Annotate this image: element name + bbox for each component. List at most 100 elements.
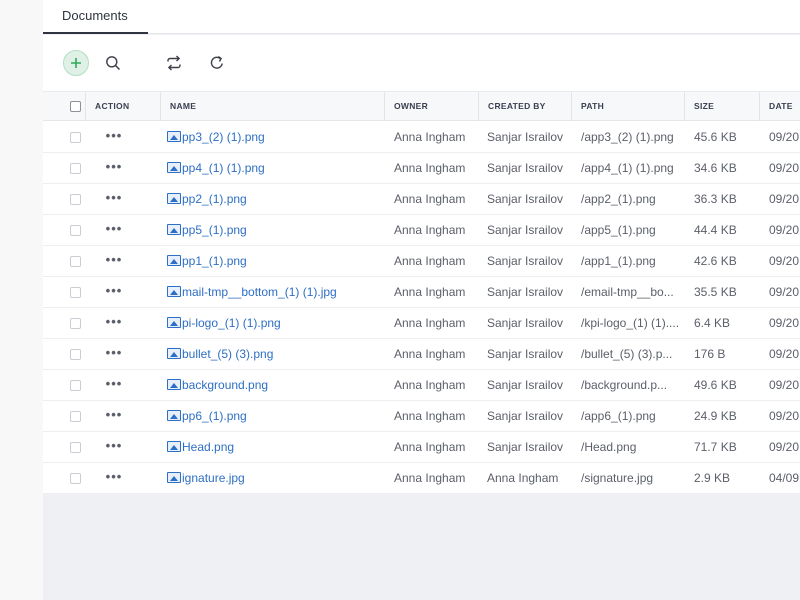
table-row[interactable]: ••• mail-tmp__bottom_(1) (1).jpg Anna Ingh… (43, 277, 800, 308)
table-row[interactable]: ••• background.png Anna Ingham Sanjar Israi… (43, 370, 800, 401)
size-cell: 71.7 KB (694, 440, 737, 454)
file-name-link[interactable]: pp6_(1).png (167, 401, 382, 431)
owner-cell: Anna Ingham (394, 316, 466, 330)
table-row[interactable]: ••• Head.png Anna Ingham Sanjar Israilov/He… (43, 432, 800, 463)
sync-icon (167, 55, 181, 71)
table-row[interactable]: ••• pp6_(1).png Anna Ingham Sanjar Israilov… (43, 401, 800, 432)
header-name[interactable]: NAME (161, 92, 385, 121)
owner-cell: Anna Ingham (394, 409, 466, 423)
path-cell: /app1_(1).png (581, 254, 656, 268)
image-file-icon (167, 286, 181, 297)
add-button[interactable] (63, 50, 89, 76)
tab-documents[interactable]: Documents (43, 0, 148, 34)
file-name-link[interactable]: background.png (167, 370, 382, 400)
size-cell: 24.9 KB (694, 409, 737, 423)
select-all-checkbox[interactable] (70, 101, 81, 112)
date-cell: 09/20 (769, 378, 800, 392)
file-name-link[interactable]: pp1_(1).png (167, 246, 382, 276)
file-name: pp4_(1) (1).png (182, 161, 265, 175)
sync-button[interactable] (161, 50, 187, 76)
header-owner[interactable]: OWNER (385, 92, 479, 121)
file-name: mail-tmp__bottom_(1) (1).jpg (182, 285, 337, 299)
created-by-cell: Sanjar Israilov (487, 192, 564, 206)
left-margin (0, 0, 43, 600)
created-by-cell: Sanjar Israilov (487, 378, 564, 392)
row-checkbox[interactable] (70, 256, 81, 267)
date-cell: 09/20 (769, 440, 800, 454)
row-checkbox[interactable] (70, 194, 81, 205)
image-file-icon (167, 317, 181, 328)
table-row[interactable]: ••• pi-logo_(1) (1).png Anna Ingham Sanjar … (43, 308, 800, 339)
owner-cell: Anna Ingham (394, 285, 466, 299)
table-row[interactable]: ••• pp3_(2) (1).png Anna Ingham Sanjar Isra… (43, 122, 800, 153)
path-cell: /app2_(1).png (581, 192, 656, 206)
image-file-icon (167, 193, 181, 204)
size-cell: 35.5 KB (694, 285, 737, 299)
row-actions-menu[interactable]: ••• (103, 308, 125, 338)
file-name-link[interactable]: pp2_(1).png (167, 184, 382, 214)
image-file-icon (167, 472, 181, 483)
header-path[interactable]: PATH (572, 92, 685, 121)
row-actions-menu[interactable]: ••• (103, 339, 125, 369)
file-name-link[interactable]: mail-tmp__bottom_(1) (1).jpg (167, 277, 382, 307)
date-cell: 09/20 (769, 130, 800, 144)
size-cell: 2.9 KB (694, 471, 731, 485)
row-checkbox[interactable] (70, 132, 81, 143)
file-name-link[interactable]: Head.png (167, 432, 382, 462)
created-by-cell: Sanjar Israilov (487, 161, 564, 175)
row-checkbox[interactable] (70, 287, 81, 298)
header-action[interactable]: ACTION (86, 92, 161, 121)
row-checkbox[interactable] (70, 380, 81, 391)
row-actions-menu[interactable]: ••• (103, 122, 125, 152)
row-actions-menu[interactable]: ••• (103, 277, 125, 307)
row-checkbox[interactable] (70, 163, 81, 174)
image-file-icon (167, 224, 181, 235)
row-actions-menu[interactable]: ••• (103, 370, 125, 400)
file-name-link[interactable]: pp3_(2) (1).png (167, 122, 382, 152)
row-actions-menu[interactable]: ••• (103, 432, 125, 462)
row-checkbox[interactable] (70, 318, 81, 329)
image-file-icon (167, 131, 181, 142)
row-checkbox[interactable] (70, 473, 81, 484)
row-actions-menu[interactable]: ••• (103, 463, 125, 493)
date-cell: 04/09 (769, 471, 800, 485)
table-row[interactable]: ••• pp4_(1) (1).png Anna Ingham Sanjar Isra… (43, 153, 800, 184)
row-checkbox[interactable] (70, 411, 81, 422)
row-checkbox[interactable] (70, 225, 81, 236)
size-cell: 176 B (694, 347, 726, 361)
plus-icon (71, 58, 81, 68)
row-actions-menu[interactable]: ••• (103, 153, 125, 183)
date-cell: 09/20 (769, 192, 800, 206)
row-actions-menu[interactable]: ••• (103, 215, 125, 245)
table-row[interactable]: ••• pp5_(1).png Anna Ingham Sanjar Israilov… (43, 215, 800, 246)
path-cell: /email-tmp__bo... (581, 285, 674, 299)
row-actions-menu[interactable]: ••• (103, 401, 125, 431)
table-row[interactable]: ••• ignature.jpg Anna Ingham Anna Ingham/si… (43, 463, 800, 494)
row-checkbox[interactable] (70, 349, 81, 360)
created-by-cell: Sanjar Israilov (487, 223, 564, 237)
header-date[interactable]: DATE (760, 92, 800, 121)
owner-cell: Anna Ingham (394, 223, 466, 237)
file-name-link[interactable]: pp5_(1).png (167, 215, 382, 245)
file-name-link[interactable]: bullet_(5) (3).png (167, 339, 382, 369)
row-actions-menu[interactable]: ••• (103, 184, 125, 214)
refresh-button[interactable] (204, 50, 230, 76)
path-cell: /app3_(2) (1).png (581, 130, 674, 144)
owner-cell: Anna Ingham (394, 347, 466, 361)
file-name-link[interactable]: pp4_(1) (1).png (167, 153, 382, 183)
table-row[interactable]: ••• pp2_(1).png Anna Ingham Sanjar Israilov… (43, 184, 800, 215)
created-by-cell: Sanjar Israilov (487, 254, 564, 268)
row-checkbox[interactable] (70, 442, 81, 453)
header-size[interactable]: SIZE (685, 92, 760, 121)
toolbar (43, 35, 800, 91)
table-row[interactable]: ••• pp1_(1).png Anna Ingham Sanjar Israilov… (43, 246, 800, 277)
image-file-icon (167, 379, 181, 390)
table-row[interactable]: ••• bullet_(5) (3).png Anna Ingham Sanjar I… (43, 339, 800, 370)
header-created-by[interactable]: CREATED BY (479, 92, 572, 121)
search-button[interactable] (100, 50, 126, 76)
file-name-link[interactable]: ignature.jpg (167, 463, 382, 493)
documents-table: ACTION NAME OWNER CREATED BY PATH SIZE D… (43, 91, 800, 494)
file-name-link[interactable]: pi-logo_(1) (1).png (167, 308, 382, 338)
image-file-icon (167, 255, 181, 266)
row-actions-menu[interactable]: ••• (103, 246, 125, 276)
